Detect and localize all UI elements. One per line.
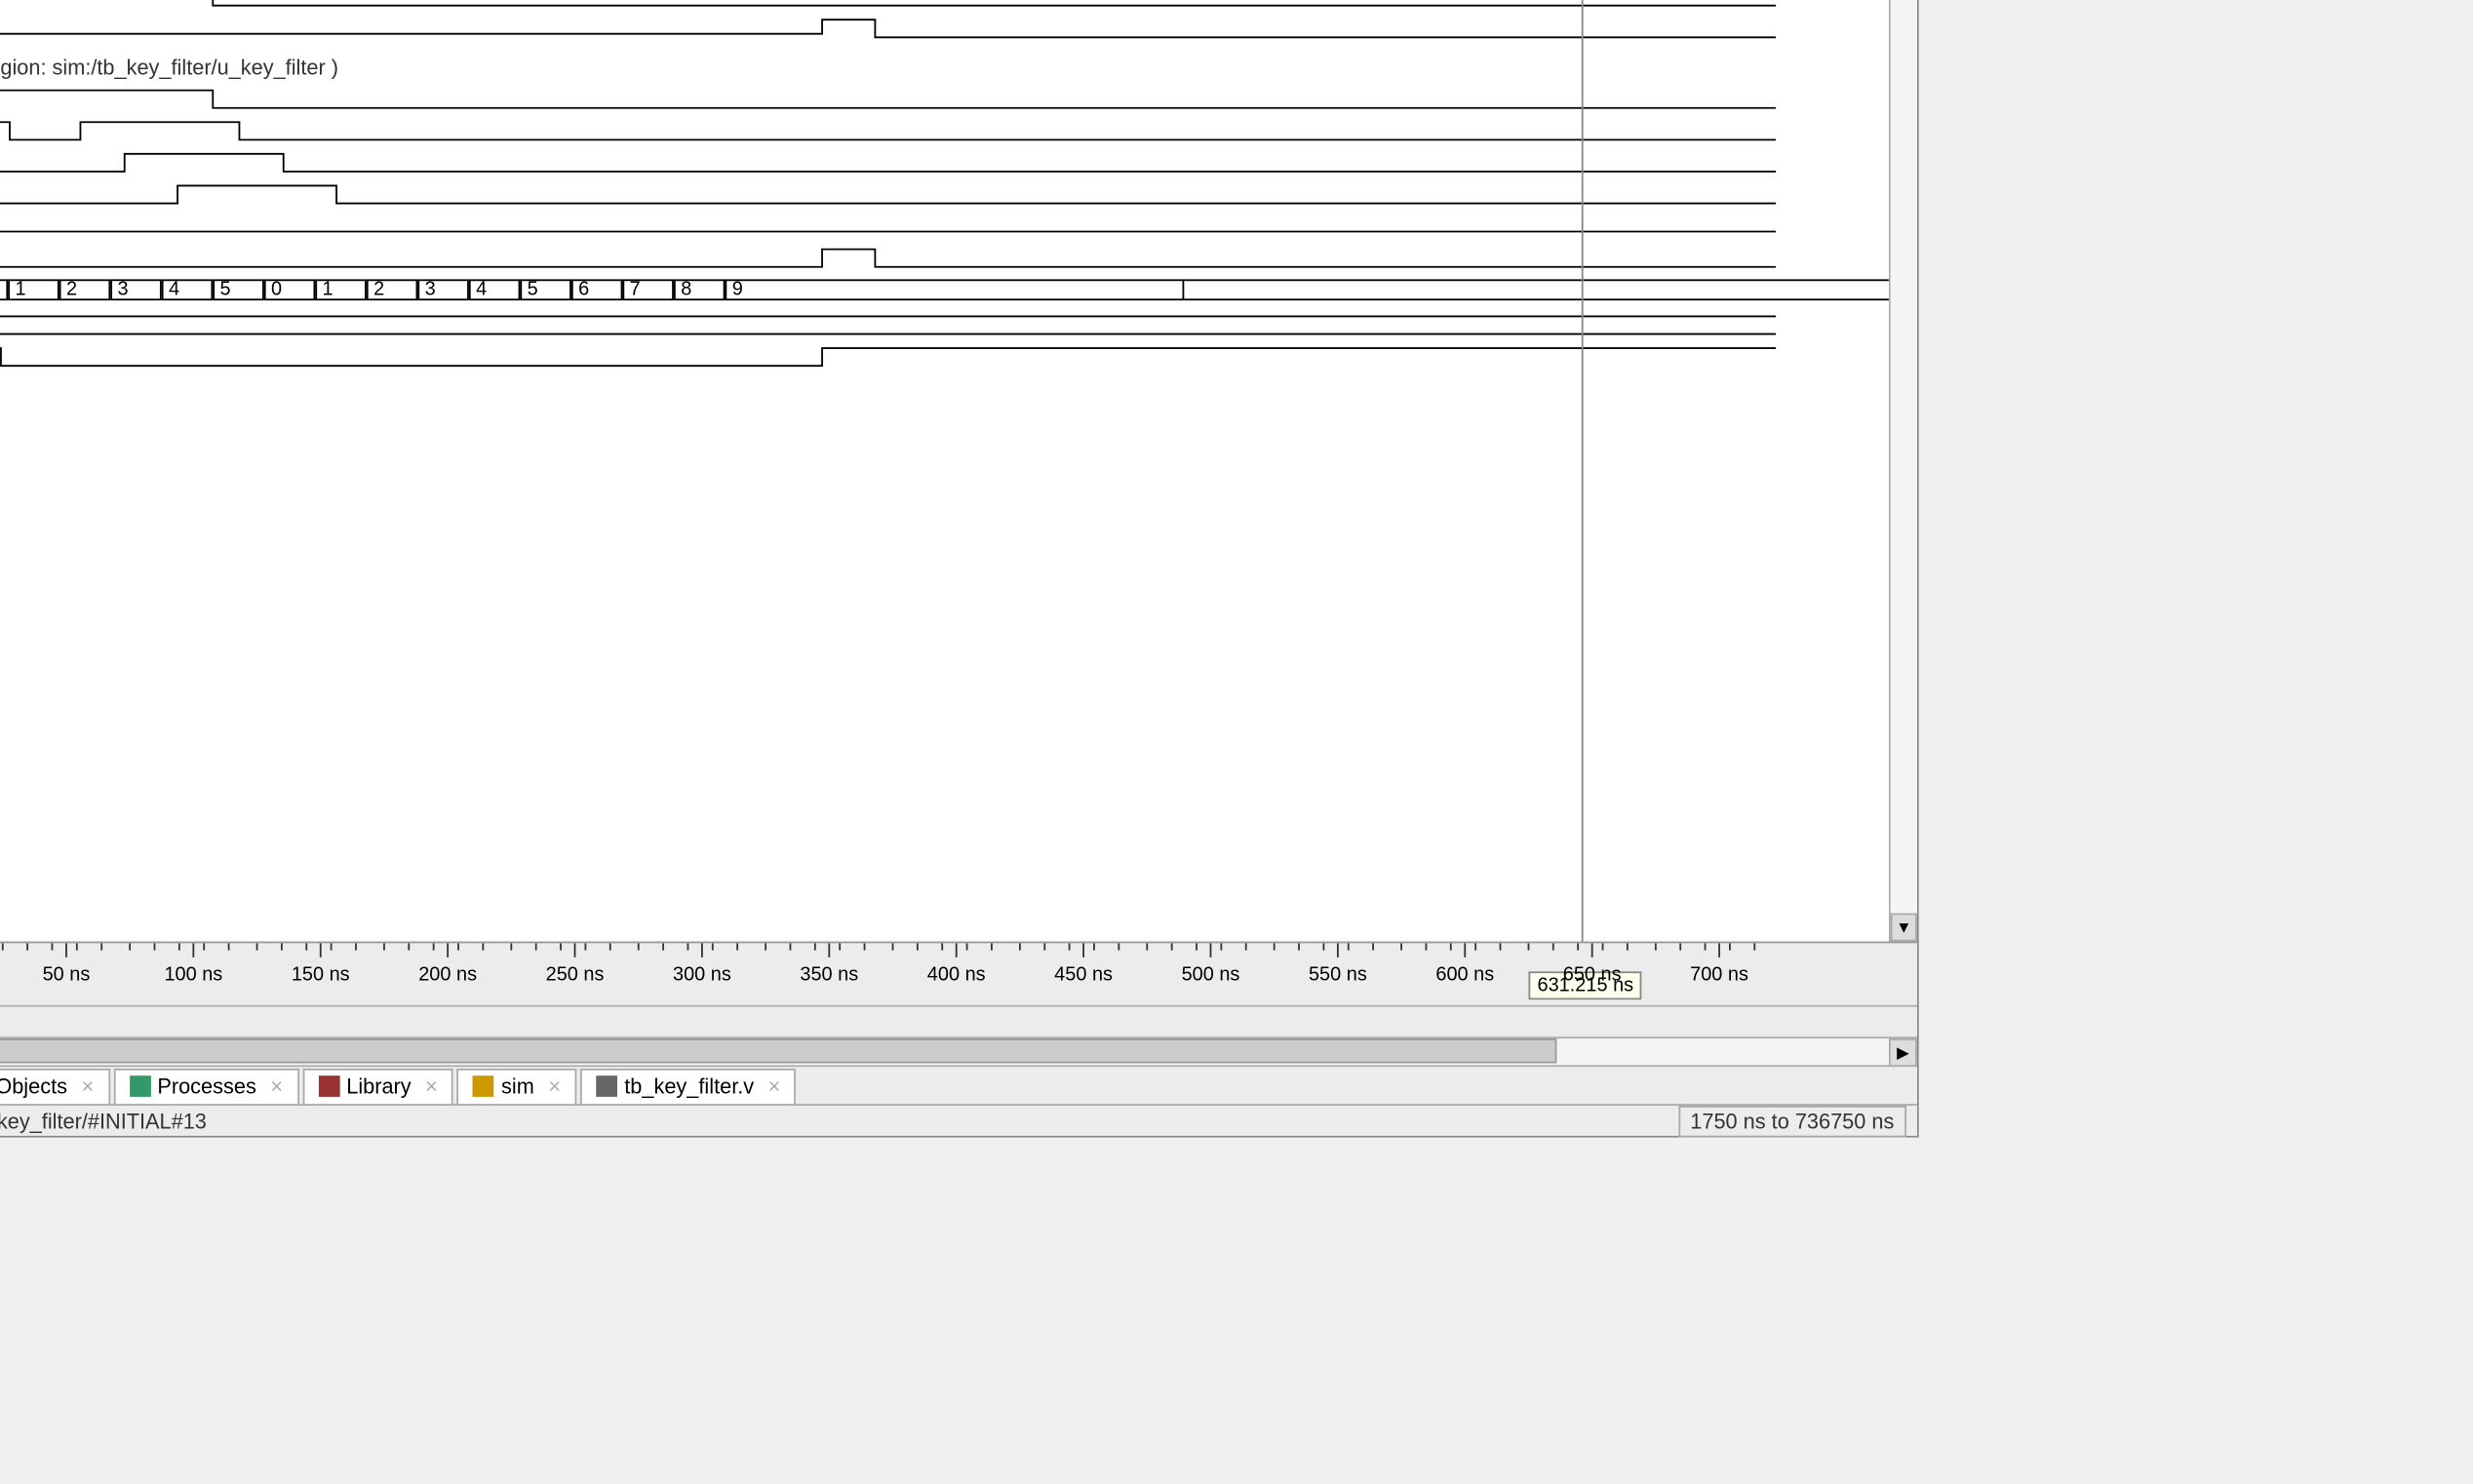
bus-cell: 5 [520,279,571,300]
status-right: 1750 ns to 736750 ns [1678,1105,1906,1137]
bus-cell: 2 [367,279,418,300]
ruler-tick: 350 ns [800,964,858,986]
tab-label: Library [346,1074,411,1098]
bus-cell: 4 [162,279,214,300]
ruler-tick: 400 ns [927,964,986,986]
bus-cell: 7 [622,279,674,300]
bus-cell: 1 [315,279,367,300]
bus-cell: 0 [0,279,8,300]
ruler-tick: 600 ns [1435,964,1494,986]
tab-close-icon[interactable]: × [418,1074,438,1098]
status-mid: sim:/tb_key_filter/#INITIAL#13 [0,1109,207,1133]
ruler-tick: 150 ns [292,964,350,986]
tab-processes[interactable]: Processes × [113,1068,298,1103]
bus-cell: 9 [725,279,1184,300]
hscroll3-right-button[interactable]: ▶ [1889,1038,1917,1067]
bus-cell: 0 [264,279,316,300]
bus-cell: 1 [8,279,59,300]
ruler-tick: 250 ns [546,964,605,986]
tab-icon [129,1075,150,1097]
ruler-tick: 700 ns [1690,964,1748,986]
tab-label: Processes [157,1074,255,1098]
ruler-tick: 50 ns [43,964,91,986]
ruler-tick: 550 ns [1309,964,1367,986]
tab-close-icon[interactable]: × [74,1074,94,1098]
vscroll-down-button[interactable]: ▼ [1891,914,1917,942]
tab-label: Objects [0,1074,67,1098]
tab-close-icon[interactable]: × [263,1074,283,1098]
bus-cell: 5 [213,279,264,300]
vscroll-track[interactable] [1891,0,1917,914]
tab-label: tb_key_filter.v [624,1074,754,1098]
ruler-tick: 500 ns [1182,964,1240,986]
tab-library[interactable]: Library × [302,1068,453,1103]
ruler-tick: 450 ns [1054,964,1113,986]
hscroll3-track[interactable] [0,1038,1889,1065]
tab-objects[interactable]: Objects × [0,1068,109,1103]
hscroll3-thumb[interactable] [0,1038,1556,1063]
cursor-1-line[interactable] [1582,0,1584,942]
ruler-tick: 200 ns [418,964,477,986]
bus-cell: 2 [59,279,111,300]
tab-label: sim [501,1074,534,1098]
ruler-tick: 650 ns [1563,964,1622,986]
ruler-tick: 100 ns [164,964,222,986]
bus-cell: 6 [571,279,623,300]
bus-cell: 4 [469,279,521,300]
tab-icon [473,1075,494,1097]
tab-tbkeyfilterv[interactable]: tb_key_filter.v × [580,1068,797,1103]
tab-sim[interactable]: sim × [457,1068,577,1103]
ruler-tick: 300 ns [673,964,731,986]
bus-cell: 3 [110,279,162,300]
tab-icon [596,1075,617,1097]
region-label-1: ( Region: sim:/tb_key_filter/u_key_filte… [0,55,338,79]
tab-icon [318,1075,339,1097]
tab-close-icon[interactable]: × [541,1074,561,1098]
bus-cell: 8 [674,279,726,300]
tab-close-icon[interactable]: × [761,1074,780,1098]
bus-cell: 3 [417,279,469,300]
